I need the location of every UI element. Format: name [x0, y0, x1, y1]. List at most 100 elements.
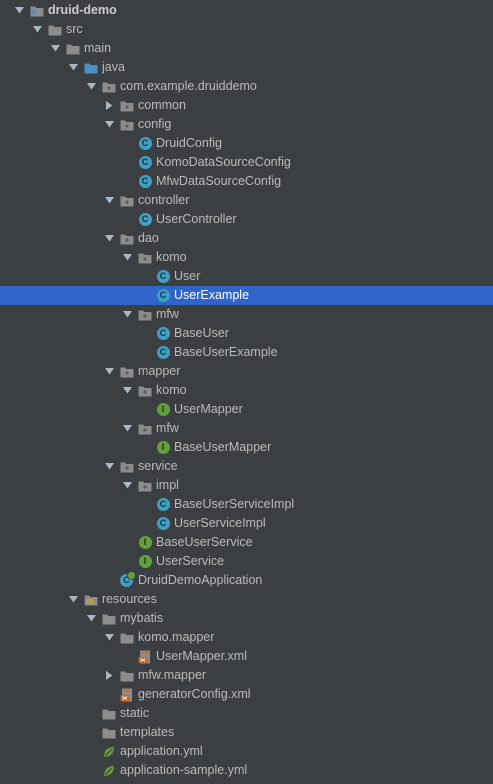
- tree-item-baseuserexample[interactable]: C BaseUserExample: [0, 343, 493, 362]
- expanded-arrow-icon[interactable]: [86, 82, 96, 92]
- expanded-arrow-icon[interactable]: [104, 367, 114, 377]
- interface-icon: I: [138, 555, 152, 569]
- tree-item-komodatasourceconfig[interactable]: C KomoDataSourceConfig: [0, 153, 493, 172]
- tree-item-komo[interactable]: komo: [0, 248, 493, 267]
- tree-item-controller[interactable]: controller: [0, 191, 493, 210]
- tree-item-static[interactable]: static: [0, 704, 493, 723]
- expanded-arrow-icon[interactable]: [68, 595, 78, 605]
- interface-icon: I: [138, 536, 152, 550]
- tree-item-dao[interactable]: dao: [0, 229, 493, 248]
- package-icon: [120, 99, 134, 113]
- tree-item-label: DruidConfig: [156, 136, 223, 150]
- tree-item-mfw[interactable]: mfw: [0, 305, 493, 324]
- collapsed-arrow-icon[interactable]: [104, 671, 114, 681]
- tree-item-label: main: [84, 41, 112, 55]
- tree-item-label: mfw: [156, 307, 179, 321]
- tree-item-usermapper[interactable]: I UserMapper: [0, 400, 493, 419]
- expanded-arrow-icon[interactable]: [104, 120, 114, 130]
- class-icon: C: [138, 137, 152, 151]
- tree-item-com-example-druiddemo[interactable]: com.example.druiddemo: [0, 77, 493, 96]
- package-icon: [102, 80, 116, 94]
- tree-item-label: BaseUserServiceImpl: [174, 497, 295, 511]
- tree-item-label: service: [138, 459, 178, 473]
- expanded-arrow-icon[interactable]: [122, 386, 132, 396]
- spring-yml-icon: [102, 745, 116, 759]
- tree-item-label: impl: [156, 478, 179, 492]
- folder-icon: [102, 612, 116, 626]
- tree-item-baseusermapper[interactable]: I BaseUserMapper: [0, 438, 493, 457]
- expanded-arrow-icon[interactable]: [104, 196, 114, 206]
- tree-item-mfw-mapper[interactable]: mfw.mapper: [0, 666, 493, 685]
- expanded-arrow-icon[interactable]: [122, 481, 132, 491]
- class-icon: C: [156, 498, 170, 512]
- expanded-arrow-icon[interactable]: [50, 44, 60, 54]
- tree-item-komo-mapper[interactable]: komo.mapper: [0, 628, 493, 647]
- tree-item-usercontroller[interactable]: C UserController: [0, 210, 493, 229]
- expanded-arrow-icon[interactable]: [104, 462, 114, 472]
- class-icon: C: [156, 270, 170, 284]
- tree-item-label: komo: [156, 250, 187, 264]
- tree-item-label: UserService: [156, 554, 225, 568]
- tree-item-userexample[interactable]: C UserExample: [0, 286, 493, 305]
- tree-item-service[interactable]: service: [0, 457, 493, 476]
- expanded-arrow-icon[interactable]: [122, 424, 132, 434]
- expanded-arrow-icon[interactable]: [122, 310, 132, 320]
- expanded-arrow-icon[interactable]: [32, 25, 42, 35]
- tree-item-label: UserMapper.xml: [156, 649, 247, 663]
- tree-item-main[interactable]: main: [0, 39, 493, 58]
- xml-file-icon: [120, 688, 134, 702]
- tree-item-usermapper-xml[interactable]: UserMapper.xml: [0, 647, 493, 666]
- folder-icon: [48, 23, 62, 37]
- tree-item-config[interactable]: config: [0, 115, 493, 134]
- tree-item-label: java: [102, 60, 125, 74]
- tree-item-label: src: [66, 22, 83, 36]
- package-icon: [138, 308, 152, 322]
- tree-item-application-sample-yml[interactable]: application-sample.yml: [0, 761, 493, 780]
- tree-item-generatorconfig-xml[interactable]: generatorConfig.xml: [0, 685, 493, 704]
- tree-item-mybatis[interactable]: mybatis: [0, 609, 493, 628]
- tree-item-templates[interactable]: templates: [0, 723, 493, 742]
- collapsed-arrow-icon[interactable]: [104, 101, 114, 111]
- expanded-arrow-icon[interactable]: [104, 633, 114, 643]
- tree-item-label: controller: [138, 193, 190, 207]
- tree-item-src[interactable]: src: [0, 20, 493, 39]
- tree-item-java[interactable]: java: [0, 58, 493, 77]
- tree-item-label: config: [138, 117, 172, 131]
- folder-icon: [66, 42, 80, 56]
- expanded-arrow-icon[interactable]: [86, 614, 96, 624]
- tree-item-label: UserController: [156, 212, 237, 226]
- expanded-arrow-icon[interactable]: [122, 253, 132, 263]
- tree-item-application-yml[interactable]: application.yml: [0, 742, 493, 761]
- tree-item-komo[interactable]: komo: [0, 381, 493, 400]
- tree-item-baseuserserviceimpl[interactable]: C BaseUserServiceImpl: [0, 495, 493, 514]
- tree-item-druidconfig[interactable]: C DruidConfig: [0, 134, 493, 153]
- tree-item-baseuserservice[interactable]: I BaseUserService: [0, 533, 493, 552]
- tree-item-impl[interactable]: impl: [0, 476, 493, 495]
- tree-item-user[interactable]: C User: [0, 267, 493, 286]
- tree-item-mfwdatasourceconfig[interactable]: C MfwDataSourceConfig: [0, 172, 493, 191]
- tree-item-label: generatorConfig.xml: [138, 687, 251, 701]
- expanded-arrow-icon[interactable]: [14, 6, 24, 16]
- spring-boot-class-icon: C: [120, 570, 136, 588]
- tree-item-mapper[interactable]: mapper: [0, 362, 493, 381]
- package-icon: [138, 384, 152, 398]
- tree-item-druiddemoapplication[interactable]: C DruidDemoApplication: [0, 570, 493, 590]
- tree-item-label: static: [120, 706, 150, 720]
- tree-item-label: BaseUserMapper: [174, 440, 272, 454]
- tree-item-label: KomoDataSourceConfig: [156, 155, 291, 169]
- tree-item-userserviceimpl[interactable]: C UserServiceImpl: [0, 514, 493, 533]
- tree-item-mfw[interactable]: mfw: [0, 419, 493, 438]
- expanded-arrow-icon[interactable]: [104, 234, 114, 244]
- module-folder-icon: [30, 4, 44, 18]
- tree-item-resources[interactable]: resources: [0, 590, 493, 609]
- tree-item-common[interactable]: common: [0, 96, 493, 115]
- tree-item-baseuser[interactable]: C BaseUser: [0, 324, 493, 343]
- project-tree: druid-demo src main java com.example.druidde…: [0, 0, 493, 784]
- tree-item-label: resources: [102, 592, 157, 606]
- expanded-arrow-icon[interactable]: [68, 63, 78, 73]
- tree-item-druid-demo[interactable]: druid-demo: [0, 1, 493, 20]
- tree-item-userservice[interactable]: I UserService: [0, 552, 493, 571]
- tree-item-label: mybatis: [120, 611, 164, 625]
- tree-item-label: BaseUser: [174, 326, 229, 340]
- package-icon: [138, 251, 152, 265]
